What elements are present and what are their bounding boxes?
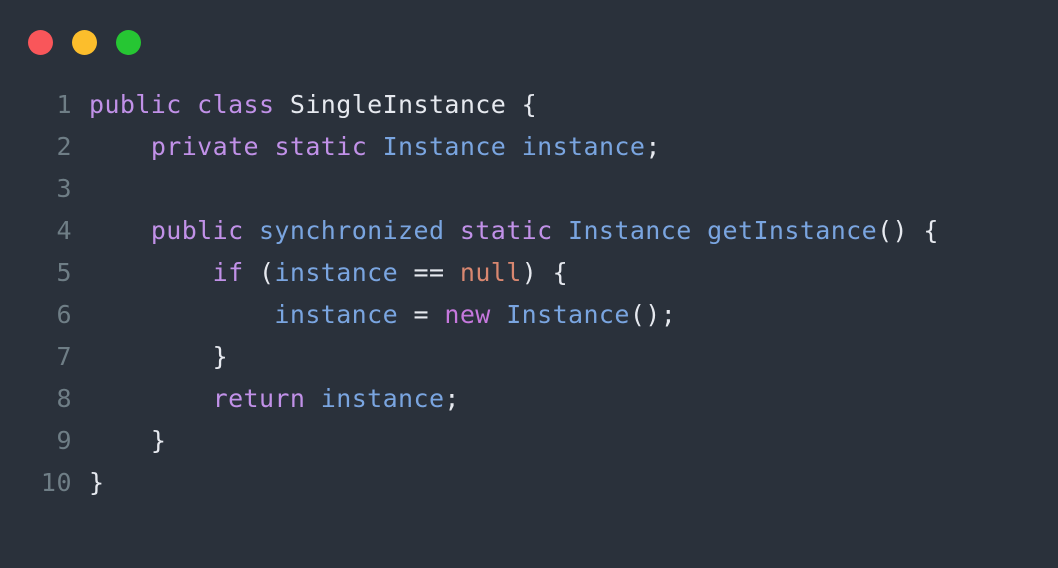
line-number: 8 bbox=[56, 384, 72, 413]
code-token: null bbox=[459, 258, 522, 287]
minimize-button-icon[interactable] bbox=[72, 29, 97, 55]
code-line: 9 } bbox=[28, 420, 1058, 462]
line-number: 1 bbox=[56, 90, 72, 119]
line-number: 9 bbox=[56, 426, 72, 455]
window-titlebar bbox=[0, 0, 1058, 84]
maximize-button-icon[interactable] bbox=[116, 29, 141, 55]
code-line-text: public synchronized static Instance getI… bbox=[89, 210, 939, 252]
code-token: new bbox=[444, 300, 491, 329]
code-line: 10} bbox=[28, 462, 1058, 504]
line-number: 6 bbox=[56, 300, 72, 329]
code-token: return bbox=[212, 384, 306, 413]
code-line-text: return instance; bbox=[89, 378, 460, 420]
line-number: 7 bbox=[56, 342, 72, 371]
code-token: Instance bbox=[506, 300, 630, 329]
line-number: 2 bbox=[56, 132, 72, 161]
code-line: 4 public synchronized static Instance ge… bbox=[28, 210, 1058, 252]
code-token: ( bbox=[243, 258, 275, 287]
code-token: Instance bbox=[568, 216, 692, 245]
code-token: = bbox=[398, 300, 445, 329]
code-token: ) { bbox=[521, 258, 569, 287]
code-line: 1 public class SingleInstance { bbox=[28, 84, 1058, 126]
line-number: 4 bbox=[56, 216, 72, 245]
code-token: } bbox=[150, 426, 167, 455]
code-line-text: } bbox=[89, 336, 228, 378]
code-token: synchronized bbox=[258, 216, 445, 245]
code-editor[interactable]: 1 public class SingleInstance {2 private … bbox=[0, 84, 1058, 504]
code-token: instance bbox=[274, 258, 399, 287]
code-token: private bbox=[150, 132, 259, 161]
code-line: 5 if (instance == null) { bbox=[28, 252, 1058, 294]
code-token: Instance bbox=[382, 132, 507, 161]
code-token: ; bbox=[645, 132, 661, 161]
code-token: SingleInstance bbox=[289, 90, 507, 119]
code-token: } bbox=[212, 342, 229, 371]
code-line: 7 } bbox=[28, 336, 1058, 378]
code-token: class bbox=[197, 90, 275, 119]
code-token: () { bbox=[877, 216, 939, 245]
code-token: instance bbox=[274, 300, 399, 329]
code-token: { bbox=[521, 90, 538, 119]
code-token: == bbox=[398, 258, 460, 287]
code-line: 6 instance = new Instance(); bbox=[28, 294, 1058, 336]
code-token: instance bbox=[521, 132, 646, 161]
code-token: public bbox=[89, 90, 182, 119]
line-number: 3 bbox=[56, 174, 72, 203]
code-token: static bbox=[459, 216, 553, 245]
code-line: 2 private static Instance instance; bbox=[28, 126, 1058, 168]
code-token: if bbox=[212, 258, 244, 287]
code-token: instance bbox=[320, 384, 445, 413]
line-number: 5 bbox=[56, 258, 72, 287]
window-controls bbox=[28, 29, 141, 55]
code-line-text: if (instance == null) { bbox=[89, 252, 568, 294]
code-line-text: public class SingleInstance { bbox=[89, 84, 537, 126]
code-line-text: } bbox=[89, 462, 104, 504]
code-line: 8 return instance; bbox=[28, 378, 1058, 420]
code-token: } bbox=[89, 468, 105, 497]
code-line-text: private static Instance instance; bbox=[89, 126, 661, 168]
code-line: 3 bbox=[28, 168, 1058, 210]
code-token: public bbox=[150, 216, 244, 245]
code-line-text: instance = new Instance(); bbox=[89, 294, 676, 336]
code-token: static bbox=[274, 132, 368, 161]
code-token: getInstance bbox=[707, 216, 878, 245]
code-snippet-window: 1 public class SingleInstance {2 private … bbox=[0, 0, 1058, 568]
close-button-icon[interactable] bbox=[28, 29, 53, 55]
code-token: (); bbox=[629, 300, 677, 329]
code-line-text: } bbox=[89, 420, 166, 462]
line-number: 10 bbox=[40, 468, 72, 497]
code-token: ; bbox=[444, 384, 460, 413]
